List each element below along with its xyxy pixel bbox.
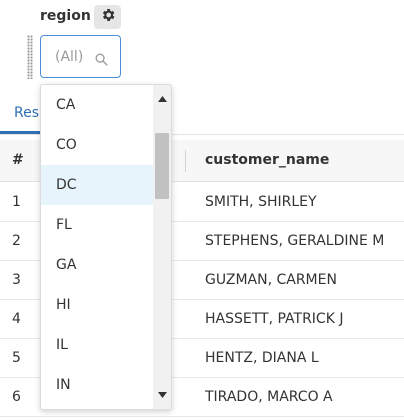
- row-number: 3: [12, 272, 21, 288]
- gear-icon: [100, 7, 116, 27]
- column-header-index[interactable]: #: [12, 152, 24, 168]
- customer-name-cell: HASSETT, PATRICK J: [205, 311, 344, 327]
- dropdown-option-hovered[interactable]: DC: [41, 165, 153, 205]
- dropdown-scrollbar[interactable]: [153, 85, 171, 409]
- dropdown-option[interactable]: FL: [41, 205, 153, 245]
- column-header-customer-name[interactable]: customer_name: [205, 152, 329, 168]
- column-divider[interactable]: [185, 150, 186, 172]
- dropdown-option[interactable]: IN: [41, 365, 153, 405]
- row-number: 1: [12, 194, 21, 210]
- dropdown-option[interactable]: IL: [41, 325, 153, 365]
- scroll-up-arrow-icon[interactable]: [153, 91, 171, 107]
- region-filter-input[interactable]: (All): [40, 35, 121, 78]
- scroll-down-arrow-icon[interactable]: [153, 387, 171, 403]
- search-icon: [95, 51, 108, 70]
- row-number: 2: [12, 233, 21, 249]
- customer-name-cell: TIRADO, MARCO A: [205, 389, 333, 405]
- filter-settings-button[interactable]: [94, 5, 121, 29]
- scrollbar-thumb[interactable]: [155, 133, 169, 199]
- drag-handle[interactable]: [27, 35, 33, 79]
- dropdown-option[interactable]: HI: [41, 285, 153, 325]
- dropdown-option[interactable]: CA: [41, 85, 153, 125]
- customer-name-cell: STEPHENS, GERALDINE M: [205, 233, 385, 249]
- row-number: 6: [12, 389, 21, 405]
- filter-label: region: [40, 8, 91, 24]
- region-filter-placeholder: (All): [55, 48, 84, 65]
- customer-name-cell: SMITH, SHIRLEY: [205, 194, 317, 210]
- customer-name-cell: GUZMAN, CARMEN: [205, 272, 337, 288]
- region-dropdown-list[interactable]: CA CO DC FL GA HI IL IN: [40, 84, 172, 410]
- dropdown-option[interactable]: GA: [41, 245, 153, 285]
- customer-name-cell: HENTZ, DIANA L: [205, 350, 319, 366]
- dropdown-option[interactable]: CO: [41, 125, 153, 165]
- tab-results[interactable]: Res: [14, 105, 39, 121]
- row-number: 5: [12, 350, 21, 366]
- row-number: 4: [12, 311, 21, 327]
- app-root: region (All) Res # customer_name 1 SMITH…: [0, 0, 404, 420]
